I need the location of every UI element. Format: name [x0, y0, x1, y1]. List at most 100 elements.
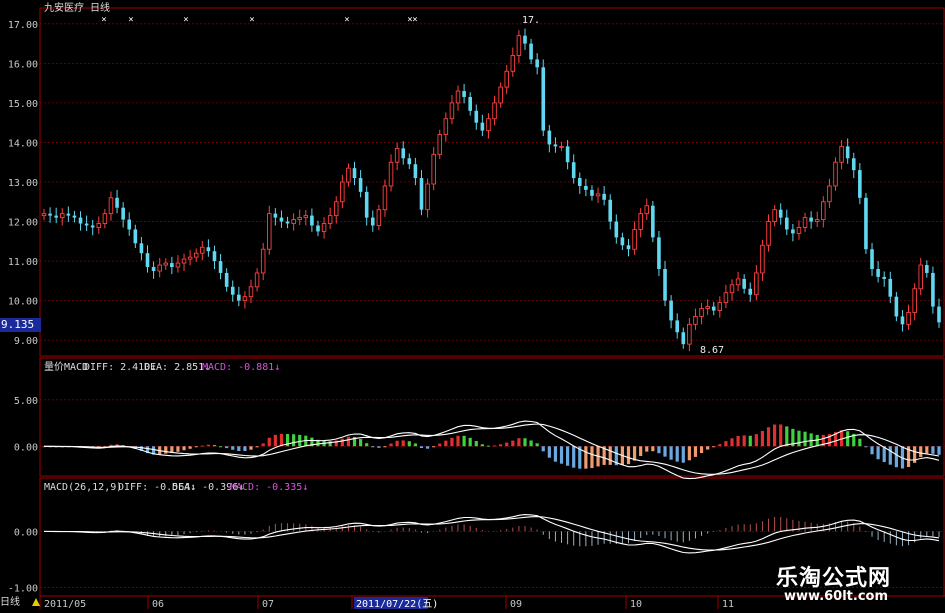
hist-bar — [395, 440, 399, 447]
x-tick-label: 11 — [722, 599, 734, 609]
hist-bar — [486, 445, 491, 447]
candle-body — [638, 213, 643, 230]
hist-bar — [541, 446, 545, 452]
candle-body — [925, 265, 929, 273]
hist-bar — [675, 446, 679, 462]
candle-body — [651, 205, 655, 238]
candle-body — [912, 288, 917, 313]
hist-bar — [693, 446, 698, 457]
hist-bar — [773, 424, 777, 447]
hist-bar — [425, 446, 430, 449]
hist-bar — [164, 446, 168, 454]
hist-bar — [925, 446, 929, 454]
candle-body — [151, 267, 156, 271]
candle-body — [900, 316, 905, 325]
sub2-macd: MACD: -0.335↓ — [230, 482, 309, 493]
y-tick-label: 12.00 — [8, 218, 38, 229]
hist-bar — [919, 446, 923, 458]
candle-body — [584, 185, 588, 190]
candle-body — [699, 308, 704, 317]
hist-bar — [651, 446, 655, 452]
hist-bar — [632, 446, 637, 461]
candle-body — [230, 286, 235, 295]
candle-body — [802, 217, 808, 228]
candle-body — [327, 215, 333, 224]
hist-bar — [371, 446, 375, 448]
candle-body — [303, 215, 309, 219]
hist-bar — [639, 446, 643, 457]
candle-body — [310, 215, 314, 226]
candle-body — [72, 215, 77, 218]
candle-body — [510, 55, 516, 72]
candle-body — [48, 213, 52, 216]
candle-body — [778, 209, 783, 218]
candle-body — [529, 43, 533, 60]
hist-bar — [888, 446, 892, 465]
signal-marker: × — [128, 15, 133, 25]
candle-body — [791, 229, 795, 234]
x-tick-label: 2011/07/22(五) — [356, 599, 438, 609]
hist-bar — [687, 446, 691, 461]
candle-body — [102, 213, 108, 224]
candle-body — [431, 153, 436, 185]
candle-body — [321, 223, 327, 232]
hist-bar — [894, 446, 898, 468]
hist-bar — [468, 437, 472, 447]
candle-body — [675, 320, 679, 333]
candle-body — [504, 70, 509, 88]
candle-body — [827, 185, 832, 203]
sub1-macd: MACD: -0.881↓ — [202, 362, 281, 373]
candle-body — [577, 178, 582, 186]
candle-body — [839, 145, 844, 163]
signal-marker: × — [101, 15, 106, 25]
candle-body — [346, 167, 351, 183]
hist-bar — [559, 446, 564, 464]
candle-body — [212, 251, 217, 262]
hist-bar — [419, 446, 424, 449]
hist-bar — [608, 446, 612, 465]
candle-body — [224, 272, 229, 287]
hist-bar — [505, 442, 509, 447]
hist-bar — [718, 444, 722, 447]
candle-body — [443, 118, 449, 135]
hist-bar — [779, 424, 783, 447]
candle-body — [669, 300, 673, 321]
candle-body — [535, 59, 539, 68]
hist-bar — [432, 446, 436, 448]
candle-body — [394, 147, 400, 163]
candle-body — [468, 96, 472, 111]
current-price-badge: 9.135 — [0, 318, 41, 332]
candle-body — [358, 178, 363, 192]
sub1-name: 量价MACD — [44, 362, 89, 373]
period-tab[interactable]: 日线 — [0, 597, 20, 609]
x-tick-label: 07 — [262, 599, 274, 609]
hist-bar — [206, 444, 210, 447]
y-tick-label: 5.00 — [14, 396, 38, 407]
hist-bar — [584, 446, 588, 469]
candle-body — [705, 306, 710, 309]
candle-body — [523, 35, 527, 44]
y-tick-label: -1.00 — [8, 584, 38, 595]
candle-body — [590, 189, 594, 196]
candle-body — [784, 217, 789, 230]
candle-body — [108, 197, 114, 215]
candle-body — [41, 213, 47, 217]
hist-bar — [523, 438, 527, 447]
candle-body — [858, 170, 862, 198]
hist-bar — [298, 434, 302, 447]
candle-body — [291, 219, 296, 224]
candle-body — [498, 86, 503, 104]
candle-body — [553, 144, 558, 147]
hist-bar — [480, 444, 484, 447]
hist-bar — [590, 446, 594, 469]
hist-bar — [626, 446, 631, 465]
candle-body — [96, 223, 102, 228]
chart-svg: 17.00 16.00 15.00 14.00 13.00 12.00 11.00 10.00… — [8, 7, 945, 610]
candle-body — [711, 306, 716, 311]
y-tick-label: 17.00 — [8, 20, 38, 31]
candle-body — [248, 286, 254, 298]
hist-bar — [218, 446, 223, 448]
candle-body — [474, 110, 479, 123]
y-tick-label: 16.00 — [8, 59, 38, 70]
hist-bar — [742, 435, 746, 447]
